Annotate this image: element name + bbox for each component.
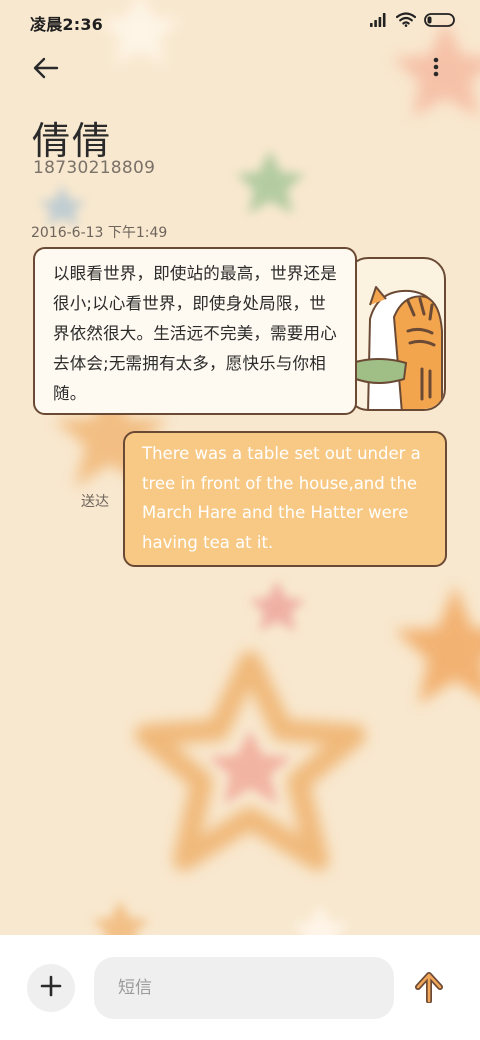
signal-icon [370, 12, 388, 31]
add-attachment-button[interactable] [27, 964, 75, 1012]
message-input[interactable] [94, 957, 394, 1019]
wifi-icon [395, 12, 417, 31]
cat-sticker-avatar [346, 257, 446, 411]
message-composer-bar [0, 935, 480, 1040]
incoming-message-bubble[interactable]: 以眼看世界，即使站的最高，世界还是很小;以心看世界，即使身处局限，世界依然很大。… [33, 247, 357, 415]
more-options-button[interactable] [428, 54, 444, 84]
outgoing-message-bubble[interactable]: There was a table set out under a tree i… [123, 431, 447, 567]
delivery-status: 送达 [81, 494, 109, 510]
arrow-left-icon [33, 57, 59, 83]
status-bar-time: 凌晨2:36 [30, 15, 103, 34]
contact-name: 倩倩 [32, 119, 113, 163]
message-timestamp: 2016-6-13 下午1:49 [31, 225, 168, 241]
plus-icon [40, 975, 62, 1001]
more-vertical-icon [433, 57, 439, 81]
back-button[interactable] [30, 54, 62, 86]
status-bar-icons [370, 12, 456, 31]
contact-number[interactable]: 18730218809 [33, 158, 155, 178]
arrow-up-send-icon [414, 971, 444, 1007]
send-button[interactable] [410, 969, 448, 1009]
battery-icon [424, 12, 456, 31]
